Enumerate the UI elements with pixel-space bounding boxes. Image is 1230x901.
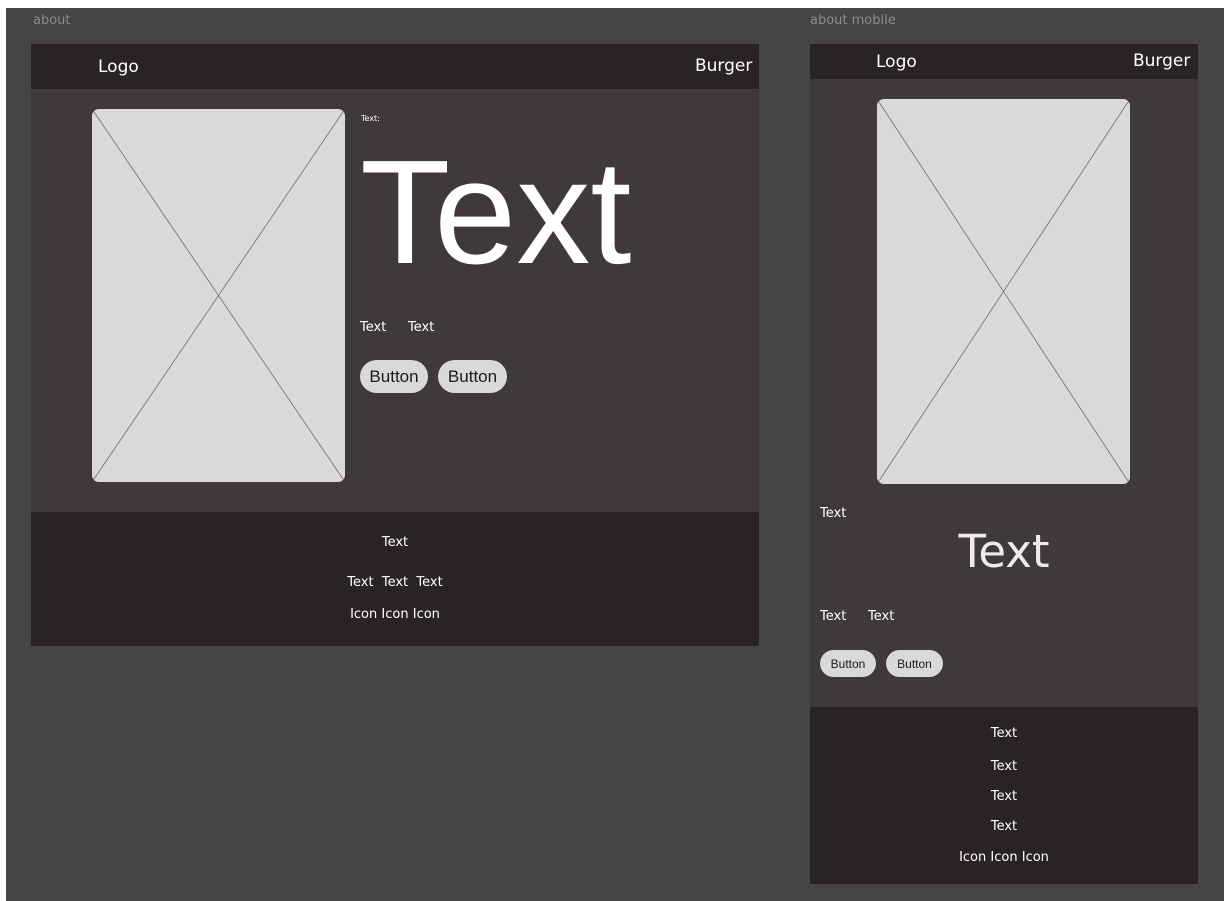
hero-small-label: Text: bbox=[361, 114, 380, 123]
mobile-image-placeholder bbox=[877, 99, 1130, 484]
mobile-logo[interactable]: Logo bbox=[876, 51, 917, 73]
mobile-footer-row-3[interactable]: Text bbox=[810, 789, 1198, 805]
logo[interactable]: Logo bbox=[98, 56, 139, 78]
hero-meta-2: Text bbox=[408, 320, 435, 335]
mobile-footer-row-2[interactable]: Text bbox=[810, 759, 1198, 775]
image-placeholder bbox=[92, 109, 345, 482]
footer: Text Text Text Text Icon Icon Icon bbox=[31, 512, 759, 646]
mobile-hero-meta-2: Text bbox=[868, 609, 895, 624]
about-frame: Logo Burger Text: Text Text Text Button … bbox=[31, 44, 759, 646]
footer-icon-1[interactable]: Icon bbox=[350, 607, 377, 623]
footer-link-2[interactable]: Text bbox=[382, 575, 408, 591]
header: Logo Burger bbox=[31, 44, 759, 89]
burger-menu[interactable]: Burger bbox=[695, 55, 752, 77]
image-placeholder-cross bbox=[92, 109, 345, 482]
footer-link-1[interactable]: Text bbox=[347, 575, 373, 591]
mobile-footer-icon-2[interactable]: Icon bbox=[990, 850, 1017, 866]
footer-link-3[interactable]: Text bbox=[416, 575, 442, 591]
mobile-footer-icon-3[interactable]: Icon bbox=[1022, 850, 1049, 866]
about-mobile-frame: Logo Burger Text Text Text Text Button B… bbox=[810, 44, 1198, 884]
mobile-footer-icon-1[interactable]: Icon bbox=[959, 850, 986, 866]
mobile-burger-menu[interactable]: Burger bbox=[1133, 50, 1190, 72]
hero-button-2[interactable]: Button bbox=[438, 360, 507, 393]
footer-icon-2[interactable]: Icon bbox=[381, 607, 408, 623]
hero-button-1[interactable]: Button bbox=[360, 360, 428, 393]
mobile-hero-meta-1: Text bbox=[820, 609, 847, 624]
mobile-hero-headline: Text bbox=[958, 525, 1050, 578]
mobile-footer: Text Text Text Text Icon Icon Icon bbox=[810, 707, 1198, 884]
footer-links: Text Text Text bbox=[31, 575, 759, 591]
footer-icon-3[interactable]: Icon bbox=[413, 607, 440, 623]
mobile-hero-small-label: Text bbox=[820, 506, 847, 521]
mobile-image-placeholder-cross bbox=[877, 99, 1130, 484]
footer-icons: Icon Icon Icon bbox=[31, 607, 759, 623]
hero-meta-1: Text bbox=[360, 320, 387, 335]
hero-headline: Text bbox=[360, 130, 632, 295]
mobile-hero-button-2[interactable]: Button bbox=[886, 650, 943, 677]
mobile-footer-row-4[interactable]: Text bbox=[810, 819, 1198, 835]
mobile-footer-row-1[interactable]: Text bbox=[810, 726, 1198, 742]
footer-title: Text bbox=[381, 535, 409, 550]
mobile-header: Logo Burger bbox=[810, 44, 1198, 79]
mobile-footer-icons: Icon Icon Icon bbox=[810, 850, 1198, 866]
mobile-hero-button-1[interactable]: Button bbox=[820, 650, 876, 677]
design-canvas: about Logo Burger Text: Text Text Text B… bbox=[6, 8, 1224, 901]
frame-label-about-mobile[interactable]: about mobile bbox=[810, 13, 896, 29]
frame-label-about[interactable]: about bbox=[33, 13, 71, 29]
